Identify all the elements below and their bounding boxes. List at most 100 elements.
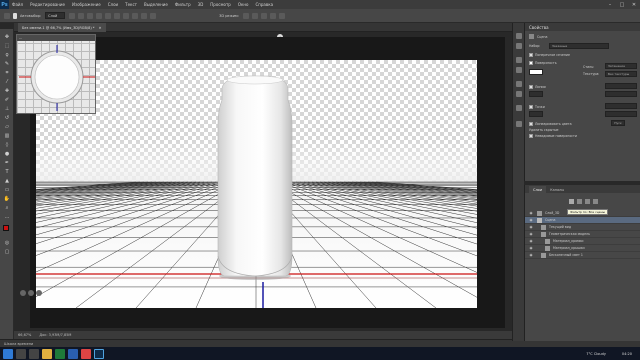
backfaces-row[interactable]: Невидимые поверхности <box>529 132 577 139</box>
filter-scene-icon[interactable] <box>569 199 574 204</box>
eraser-tool-icon[interactable]: ▱ <box>3 123 11 130</box>
layer-row-selected[interactable]: ◉ Сцена <box>525 217 640 224</box>
align-left-icon[interactable] <box>78 12 85 19</box>
align-top-icon[interactable] <box>105 12 112 19</box>
linearize-checkbox[interactable] <box>529 121 533 126</box>
menu-window[interactable]: Окно <box>238 2 249 7</box>
align-center-icon[interactable] <box>87 12 94 19</box>
distribute-h-icon[interactable] <box>141 12 148 19</box>
orbit-3d-icon[interactable] <box>242 12 249 19</box>
pan-camera-icon[interactable] <box>28 290 34 296</box>
brush-panel-icon[interactable] <box>516 81 522 87</box>
zoom-tool-icon[interactable]: ⌕ <box>3 204 11 211</box>
orbit-camera-icon[interactable] <box>20 290 26 296</box>
points-checkbox[interactable] <box>529 104 533 109</box>
autoselect-checkbox[interactable] <box>13 12 17 19</box>
layer-row[interactable]: ◉ Материал_крышки <box>525 245 640 252</box>
app-icon[interactable] <box>55 348 65 359</box>
points-color-swatch[interactable] <box>529 111 543 117</box>
menu-type[interactable]: Текст <box>125 2 137 7</box>
backfaces-checkbox[interactable] <box>529 133 533 138</box>
menu-select[interactable]: Выделение <box>144 2 168 7</box>
search-icon[interactable] <box>16 348 26 359</box>
healing-tool-icon[interactable]: ✚ <box>3 87 11 94</box>
layer-select-dropdown[interactable]: Слой <box>45 12 66 19</box>
screen-mode-icon[interactable]: ▢ <box>3 248 11 255</box>
visibility-eye-icon[interactable]: ◉ <box>528 239 534 243</box>
align-bottom-icon[interactable] <box>123 12 130 19</box>
clock[interactable]: 04:20 <box>622 352 632 356</box>
filter-mesh-icon[interactable] <box>577 199 582 204</box>
visibility-eye-icon[interactable]: ◉ <box>528 211 534 215</box>
visibility-eye-icon[interactable]: ◉ <box>528 232 534 236</box>
clone-source-panel-icon[interactable] <box>516 91 522 97</box>
move-tool-icon[interactable]: ✥ <box>3 33 11 40</box>
dolly-camera-icon[interactable] <box>36 290 42 296</box>
blur-tool-icon[interactable]: ◊ <box>3 141 11 148</box>
tab-channels[interactable]: Каналы <box>546 186 568 193</box>
browser-icon[interactable] <box>68 348 78 359</box>
align-middle-icon[interactable] <box>114 12 121 19</box>
task-view-icon[interactable] <box>29 348 39 359</box>
menu-image[interactable]: Изображение <box>72 2 101 7</box>
lines-checkbox[interactable] <box>529 84 533 89</box>
photoshop-taskbar-icon[interactable] <box>94 348 104 359</box>
visibility-eye-icon[interactable]: ◉ <box>528 246 534 250</box>
history-brush-tool-icon[interactable]: ↺ <box>3 114 11 121</box>
menu-layers[interactable]: Слои <box>108 2 118 7</box>
distribute-icon[interactable] <box>132 12 139 19</box>
history-panel-icon[interactable] <box>516 33 522 39</box>
points-style-dropdown[interactable] <box>605 103 637 109</box>
menu-3d[interactable]: 3D <box>198 2 204 7</box>
preset-dropdown[interactable]: Заказные <box>549 43 609 49</box>
timeline-label[interactable]: Шкала времени <box>4 342 33 346</box>
lines-row[interactable]: Линии <box>529 83 546 90</box>
lines-width-field[interactable] <box>605 91 637 97</box>
document-tab[interactable]: Без имени-1 @ 66,7% (Имя_3D(RGB/8) * ✕ <box>18 23 106 32</box>
hand-tool-icon[interactable]: ✋ <box>3 195 11 202</box>
swatches-panel-icon[interactable] <box>516 67 522 73</box>
render-button[interactable]: Пуск <box>611 120 625 126</box>
surface-row[interactable]: Поверхность <box>529 59 557 66</box>
align-right-icon[interactable] <box>96 12 103 19</box>
filter-light-icon[interactable] <box>593 199 598 204</box>
move-tool-icon[interactable] <box>4 12 10 19</box>
foreground-color-swatch[interactable] <box>3 225 9 231</box>
3d-panel-icon[interactable] <box>516 121 522 127</box>
layer-row[interactable]: ◉ Текущий вид <box>525 224 640 231</box>
zoom-level[interactable]: 66,67% <box>18 333 31 337</box>
shape-tool-icon[interactable]: ▭ <box>3 186 11 193</box>
clone-stamp-tool-icon[interactable]: ⊥ <box>3 105 11 112</box>
slide-3d-icon[interactable] <box>269 12 276 19</box>
menu-view[interactable]: Просмотр <box>210 2 231 7</box>
layer-row[interactable]: ◉ Бесконечный свет 1 <box>525 252 640 259</box>
media-icon[interactable] <box>81 348 91 359</box>
color-panel-icon[interactable] <box>516 57 522 63</box>
layer-row[interactable]: ◉ Геометрическая модель <box>525 231 640 238</box>
lines-color-swatch[interactable] <box>529 91 543 97</box>
pen-tool-icon[interactable]: ✒ <box>3 159 11 166</box>
texture-dropdown[interactable]: Без текстуры <box>605 71 637 77</box>
points-radius-field[interactable] <box>605 111 637 117</box>
filter-material-icon[interactable] <box>585 199 590 204</box>
weather-widget[interactable]: 7°C Cloudy <box>586 352 606 356</box>
dodge-tool-icon[interactable]: ● <box>3 150 11 157</box>
type-tool-icon[interactable]: T <box>3 168 11 175</box>
secondary-view-panel[interactable]: ... <box>16 34 96 114</box>
cross-section-row[interactable]: Поперечное сечение <box>529 51 570 58</box>
visibility-eye-icon[interactable]: ◉ <box>528 253 534 257</box>
menu-file[interactable]: Файл <box>12 2 23 7</box>
start-icon[interactable] <box>3 348 13 359</box>
menu-filter[interactable]: Фильтр <box>175 2 191 7</box>
menu-edit[interactable]: Редактирование <box>30 2 65 7</box>
quick-mask-icon[interactable]: ◎ <box>3 239 11 246</box>
surface-color-swatch[interactable] <box>529 69 543 75</box>
document-canvas[interactable] <box>36 60 477 308</box>
layer-row[interactable]: ◉ Материал_кромки <box>525 238 640 245</box>
gradient-tool-icon[interactable]: ▥ <box>3 132 11 139</box>
distribute-v-icon[interactable] <box>150 12 157 19</box>
transform-controls-icon[interactable] <box>69 12 76 19</box>
visibility-eye-icon[interactable]: ◉ <box>528 225 534 229</box>
roll-3d-icon[interactable] <box>251 12 258 19</box>
close-icon[interactable]: ✕ <box>628 0 640 9</box>
